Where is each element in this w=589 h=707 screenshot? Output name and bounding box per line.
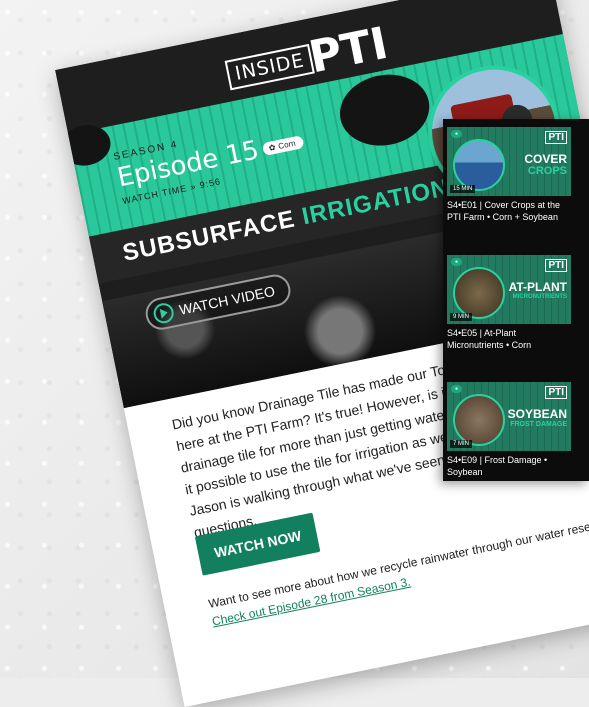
tag-chip: ● [451,385,463,393]
video-caption[interactable]: S4•E05 | At-Plant Micronutrients • Corn [447,327,571,351]
duration-badge: 7 MIN [450,440,473,448]
corn-icon: ✿ [268,142,277,153]
video-caption[interactable]: S4•E09 | Frost Damage • Soybean [447,454,571,478]
video-panel: ● PTI COVER CROPS 15 MIN S4•E01 | Cover … [443,119,589,481]
thumb-photo [453,267,505,319]
logo-inside-text: INSIDE [224,43,315,90]
thumb-title-2: FROST DAMAGE [510,421,567,428]
tag-chip: ● [451,130,463,138]
play-icon [151,301,176,326]
thumb-title-2: CROPS [527,165,567,177]
crop-badge-label: Corn [277,138,297,151]
duration-badge: 9 MIN [450,313,473,321]
thumb-title-1: COVER [524,152,567,166]
video-thumbnail[interactable]: ● PTI SOYBEAN FROST DAMAGE 7 MIN [447,382,571,451]
video-thumbnail[interactable]: ● PTI COVER CROPS 15 MIN [447,127,571,196]
video-card[interactable]: ● PTI SOYBEAN FROST DAMAGE 7 MIN S4•E09 … [447,382,571,478]
thumb-title-1: SOYBEAN [507,407,567,421]
video-card[interactable]: ● PTI COVER CROPS 15 MIN S4•E01 | Cover … [447,127,571,223]
thumb-photo [453,139,505,191]
video-caption[interactable]: S4•E01 | Cover Crops at the PTI Farm • C… [447,199,571,223]
thumb-logo: PTI [545,259,567,272]
thumb-photo [453,394,505,446]
video-card[interactable]: ● PTI AT-PLANT MICRONUTRIENTS 9 MIN S4•E… [447,255,571,351]
video-thumbnail[interactable]: ● PTI AT-PLANT MICRONUTRIENTS 9 MIN [447,255,571,324]
duration-badge: 15 MIN [450,185,476,193]
thumb-title-1: AT-PLANT [508,280,567,294]
tag-chip: ● [451,258,463,266]
thumb-title-2: MICRONUTRIENTS [512,294,567,300]
thumb-logo: PTI [545,131,567,144]
thumb-logo: PTI [545,386,567,399]
